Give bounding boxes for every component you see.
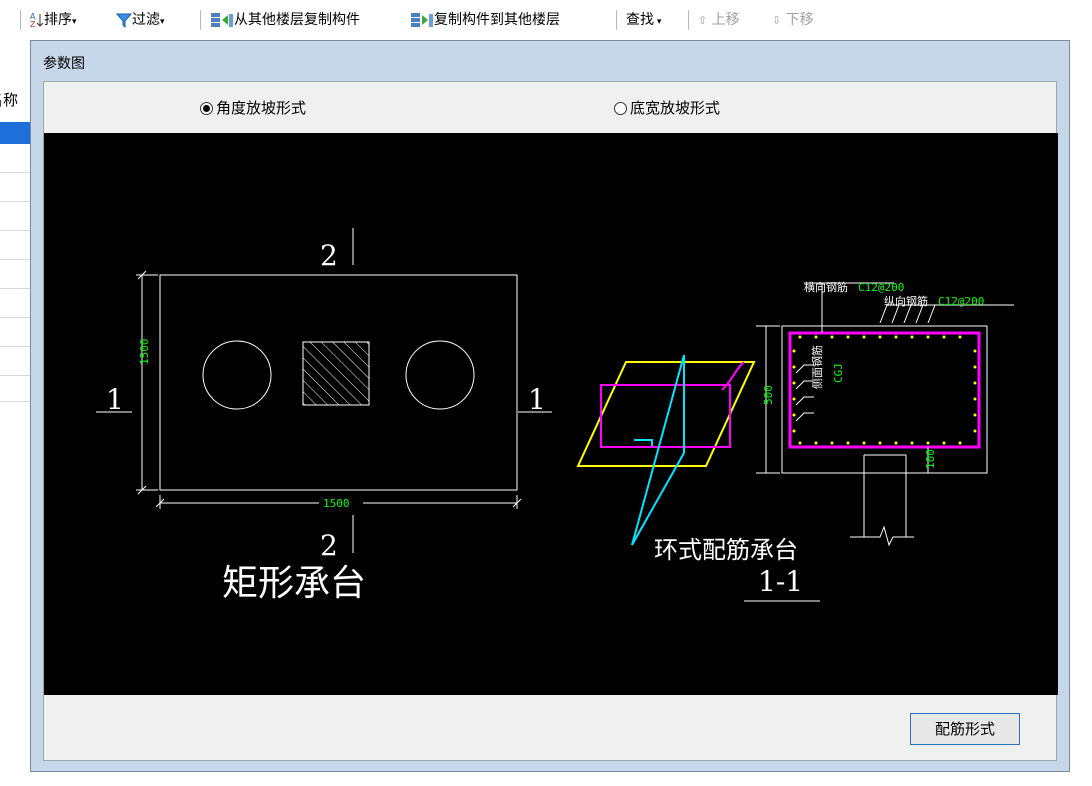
copy-from-label: 从其他楼层复制构件 bbox=[234, 12, 360, 28]
parameter-diagram-dialog: 参数图 角度放坡形式 底宽放坡形式 1500 1500 2 2 1 1 矩形承台… bbox=[30, 40, 1070, 772]
dialog-title: 参数图 bbox=[43, 56, 85, 72]
list-row-divider bbox=[0, 288, 30, 289]
diagram-canvas: 1500 1500 2 2 1 1 矩形承台 横向钢筋 C12@200 纵向钢筋… bbox=[44, 133, 1058, 695]
list-row-divider bbox=[0, 230, 30, 231]
filter-button[interactable]: 过滤▾ bbox=[116, 10, 165, 30]
radio-checked-icon bbox=[200, 102, 213, 115]
find-button[interactable]: 查找 ▾ bbox=[626, 10, 661, 30]
list-item-selected[interactable] bbox=[0, 122, 30, 144]
dim-cover: 100 bbox=[924, 449, 937, 469]
copy-to-label: 复制构件到其他楼层 bbox=[434, 12, 560, 28]
dropdown-arrow-icon: ▾ bbox=[160, 17, 165, 27]
pile-circle-right bbox=[405, 340, 475, 410]
transverse-rebar-value: C12@200 bbox=[858, 281, 904, 294]
radio-bottom-width-slope[interactable]: 底宽放坡形式 bbox=[614, 98, 720, 118]
find-label: 查找 bbox=[626, 12, 654, 28]
transverse-rebar-label: 横向钢筋 bbox=[804, 280, 848, 294]
toolbar-separator bbox=[688, 10, 689, 30]
list-row-divider bbox=[0, 375, 30, 376]
plan-view: 1500 1500 2 2 1 1 矩形承台 bbox=[96, 228, 552, 604]
section-title: 环式配筋承台 bbox=[654, 536, 798, 564]
plan-title: 矩形承台 bbox=[222, 563, 366, 604]
toolbar-separator bbox=[200, 10, 201, 30]
section-name: 1-1 bbox=[758, 565, 803, 598]
svg-text:Z: Z bbox=[30, 20, 36, 28]
radio-angle-slope[interactable]: 角度放坡形式 bbox=[200, 98, 306, 118]
list-row-divider bbox=[0, 346, 30, 347]
list-row-divider bbox=[0, 401, 30, 402]
rebar-form-button[interactable]: 配筋形式 bbox=[910, 713, 1020, 745]
toolbar-separator bbox=[20, 10, 21, 30]
arrow-down-icon: ⇩ bbox=[772, 14, 782, 27]
longitudinal-rebar-label: 纵向钢筋 bbox=[884, 294, 928, 308]
dim-section-height: 500 bbox=[762, 385, 775, 405]
side-rebar-label: 侧面钢筋 bbox=[810, 345, 824, 389]
section-mark-2-bottom: 2 bbox=[320, 529, 338, 562]
filter-funnel-icon bbox=[116, 13, 132, 28]
move-down-label: 下移 bbox=[785, 12, 814, 28]
copy-from-other-floor-button[interactable]: 从其他楼层复制构件 bbox=[210, 10, 360, 30]
slope-form-radio-group: 角度放坡形式 底宽放坡形式 bbox=[44, 82, 1056, 134]
radio-bottom-width-label: 底宽放坡形式 bbox=[630, 99, 721, 117]
sort-label: 排序 bbox=[44, 12, 72, 28]
section-mark-1-left: 1 bbox=[106, 383, 124, 416]
sort-button[interactable]: A Z 排序▾ bbox=[30, 10, 77, 30]
list-row-divider bbox=[0, 172, 30, 173]
section-1-1-view: 横向钢筋 C12@200 纵向钢筋 C12@200 侧面钢筋 CGJ 500 1… bbox=[654, 280, 1014, 602]
move-down-button[interactable]: ⇩ 下移 bbox=[772, 10, 814, 30]
ring-rebar-3d-schematic bbox=[576, 354, 756, 546]
toolbar: A Z 排序▾ 过滤▾ 从其他楼层复制构件 复制构件到其他楼层 查找 ▾ ⇧ 上… bbox=[0, 0, 1092, 40]
copy-to-other-floor-button[interactable]: 复制构件到其他楼层 bbox=[410, 10, 560, 30]
pile-cap-diagram: 1500 1500 2 2 1 1 矩形承台 横向钢筋 C12@200 纵向钢筋… bbox=[96, 228, 1014, 604]
list-header-name: 名称 bbox=[0, 91, 19, 109]
list-row-divider bbox=[0, 259, 30, 260]
component-list: 名称 bbox=[0, 85, 30, 405]
copy-from-floor-icon bbox=[211, 13, 233, 27]
section-mark-1-right: 1 bbox=[528, 383, 546, 416]
dim-height-text: 1500 bbox=[138, 339, 151, 366]
column-hatched-square bbox=[302, 341, 370, 406]
side-rebar-code: CGJ bbox=[832, 363, 845, 383]
longitudinal-rebar-value: C12@200 bbox=[938, 295, 984, 308]
dropdown-arrow-icon: ▾ bbox=[72, 17, 77, 27]
dim-width-text: 1500 bbox=[323, 497, 350, 510]
filter-label: 过滤 bbox=[132, 12, 160, 28]
dialog-body: 角度放坡形式 底宽放坡形式 1500 1500 2 2 1 1 矩形承台 横向钢… bbox=[43, 81, 1058, 761]
radio-angle-label: 角度放坡形式 bbox=[216, 99, 307, 117]
pile-circle-left bbox=[202, 340, 272, 410]
arrow-up-icon: ⇧ bbox=[698, 14, 708, 27]
toolbar-separator bbox=[616, 10, 617, 30]
radio-unchecked-icon bbox=[614, 102, 627, 115]
move-up-button[interactable]: ⇧ 上移 bbox=[698, 10, 740, 30]
sort-az-icon: A Z bbox=[30, 12, 44, 28]
copy-to-floor-icon bbox=[411, 13, 433, 27]
section-mark-2-top: 2 bbox=[320, 239, 338, 272]
list-row-divider bbox=[0, 317, 30, 318]
move-up-label: 上移 bbox=[711, 12, 740, 28]
list-row-divider bbox=[0, 201, 30, 202]
dropdown-arrow-icon: ▾ bbox=[654, 17, 662, 27]
